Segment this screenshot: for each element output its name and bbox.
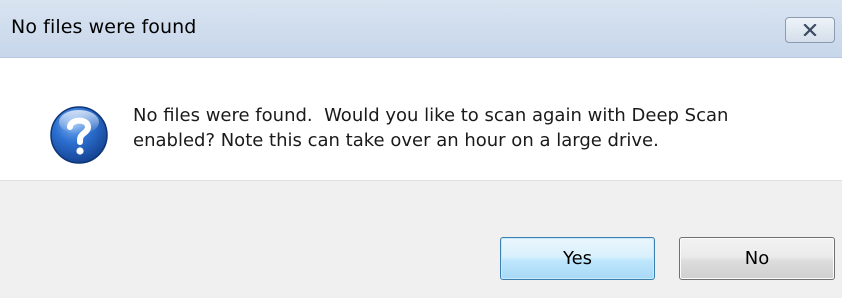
question-icon: [50, 106, 108, 164]
title-bar[interactable]: No files were found: [0, 0, 842, 58]
close-button[interactable]: [785, 17, 835, 43]
close-icon: [803, 24, 817, 36]
no-button[interactable]: No: [679, 237, 835, 280]
dialog-window: No files were found No files were found.…: [0, 0, 842, 298]
message-area: No files were found. Would you like to s…: [0, 58, 842, 180]
yes-button[interactable]: Yes: [500, 237, 655, 280]
window-title: No files were found: [11, 16, 197, 38]
message-text: No files were found. Would you like to s…: [133, 105, 729, 151]
button-bar: Yes No: [0, 180, 842, 298]
